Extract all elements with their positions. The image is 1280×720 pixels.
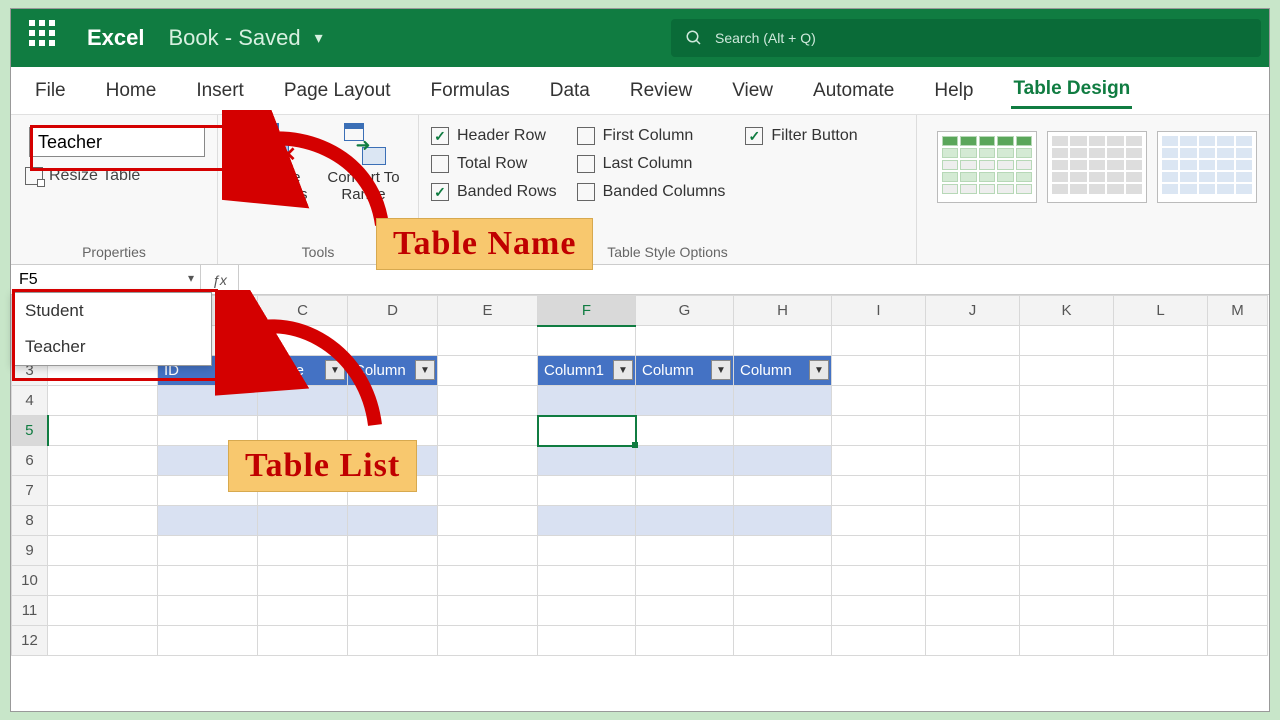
row-header[interactable]: 5 xyxy=(12,416,48,446)
col-header[interactable]: I xyxy=(832,296,926,326)
convert-to-range-icon: ➜ xyxy=(342,121,386,165)
name-box-dropdown[interactable]: Student Teacher xyxy=(12,292,212,366)
tab-table-design[interactable]: Table Design xyxy=(1011,72,1132,109)
row-header[interactable]: 7 xyxy=(12,476,48,506)
chevron-down-icon[interactable]: ▾ xyxy=(315,28,323,48)
table-styles-gallery[interactable] xyxy=(929,123,1257,203)
tab-file[interactable]: File xyxy=(33,74,68,108)
annotation-label-table-name: Table Name xyxy=(376,218,593,270)
table1-header-name[interactable]: Name▼ xyxy=(258,356,348,386)
search-icon xyxy=(685,29,703,47)
table-name-input[interactable] xyxy=(29,127,205,157)
name-box[interactable]: F5 ▾ xyxy=(11,265,201,294)
style-thumb-green[interactable] xyxy=(937,131,1037,203)
ribbon: Resize Table Properties ✕ Remove Duplica… xyxy=(11,115,1269,265)
checkbox-first-column[interactable]: First Column xyxy=(577,127,726,145)
name-list-item[interactable]: Teacher xyxy=(13,329,211,365)
tab-view[interactable]: View xyxy=(730,74,775,108)
checkbox-banded-rows[interactable]: ✓Banded Rows xyxy=(431,183,557,201)
checkbox-banded-columns[interactable]: Banded Columns xyxy=(577,183,726,201)
title-bar: Excel Book - Saved ▾ Search (Alt + Q) xyxy=(11,9,1269,67)
filter-icon[interactable]: ▼ xyxy=(711,360,731,380)
name-list-item[interactable]: Student xyxy=(13,293,211,329)
col-header[interactable]: H xyxy=(734,296,832,326)
active-cell[interactable] xyxy=(538,416,636,446)
chevron-down-icon[interactable]: ▾ xyxy=(188,271,194,285)
filter-icon[interactable]: ▼ xyxy=(415,360,435,380)
search-placeholder: Search (Alt + Q) xyxy=(715,30,816,46)
tab-review[interactable]: Review xyxy=(628,74,694,108)
annotation-label-table-list: Table List xyxy=(228,440,417,492)
row-header[interactable]: 10 xyxy=(12,566,48,596)
app-name: Excel xyxy=(87,25,145,51)
resize-icon xyxy=(25,167,43,185)
table2-header-2[interactable]: Column▼ xyxy=(636,356,734,386)
remove-duplicates-button[interactable]: ✕ Remove Duplicates xyxy=(230,121,315,204)
col-header[interactable]: L xyxy=(1114,296,1208,326)
remove-duplicates-icon: ✕ xyxy=(251,121,295,165)
group-label-properties: Properties xyxy=(11,244,217,260)
filter-icon[interactable]: ▼ xyxy=(235,360,255,380)
col-header[interactable]: E xyxy=(438,296,538,326)
col-header[interactable]: K xyxy=(1020,296,1114,326)
convert-to-range-button[interactable]: ➜ Convert To Range xyxy=(321,121,406,204)
tab-insert[interactable]: Insert xyxy=(194,74,246,108)
table2-header-1[interactable]: Column1▼ xyxy=(538,356,636,386)
resize-table-label: Resize Table xyxy=(49,167,140,185)
tab-data[interactable]: Data xyxy=(548,74,592,108)
row-header[interactable]: 11 xyxy=(12,596,48,626)
checkbox-filter-button[interactable]: ✓Filter Button xyxy=(745,127,857,145)
checkbox-last-column[interactable]: Last Column xyxy=(577,155,726,173)
row-header[interactable]: 6 xyxy=(12,446,48,476)
tab-formulas[interactable]: Formulas xyxy=(429,74,512,108)
filter-icon[interactable]: ▼ xyxy=(325,360,345,380)
name-box-value: F5 xyxy=(19,271,38,289)
col-header[interactable]: C xyxy=(258,296,348,326)
col-header[interactable]: F xyxy=(538,296,636,326)
col-header[interactable]: G xyxy=(636,296,734,326)
checkbox-header-row[interactable]: ✓Header Row xyxy=(431,127,557,145)
resize-table-button[interactable]: Resize Table xyxy=(25,167,140,185)
tab-page-layout[interactable]: Page Layout xyxy=(282,74,393,108)
tab-home[interactable]: Home xyxy=(104,74,159,108)
col-header[interactable]: D xyxy=(348,296,438,326)
row-header[interactable]: 9 xyxy=(12,536,48,566)
col-header[interactable]: J xyxy=(926,296,1020,326)
search-box[interactable]: Search (Alt + Q) xyxy=(671,19,1261,57)
filter-icon[interactable]: ▼ xyxy=(809,360,829,380)
app-launcher-icon[interactable] xyxy=(29,20,65,56)
row-header[interactable]: 12 xyxy=(12,626,48,656)
tab-help[interactable]: Help xyxy=(932,74,975,108)
tab-automate[interactable]: Automate xyxy=(811,74,896,108)
row-header[interactable]: 8 xyxy=(12,506,48,536)
document-name[interactable]: Book - Saved xyxy=(169,25,301,51)
table1-header-col[interactable]: Column▼ xyxy=(348,356,438,386)
style-thumb-blue[interactable] xyxy=(1157,131,1257,203)
filter-icon[interactable]: ▼ xyxy=(613,360,633,380)
checkbox-total-row[interactable]: Total Row xyxy=(431,155,557,173)
col-header[interactable]: M xyxy=(1208,296,1268,326)
row-header[interactable]: 4 xyxy=(12,386,48,416)
table2-header-3[interactable]: Column▼ xyxy=(734,356,832,386)
ribbon-tabs: File Home Insert Page Layout Formulas Da… xyxy=(11,67,1269,115)
style-thumb-black[interactable] xyxy=(1047,131,1147,203)
fx-label: ƒx xyxy=(201,265,239,294)
